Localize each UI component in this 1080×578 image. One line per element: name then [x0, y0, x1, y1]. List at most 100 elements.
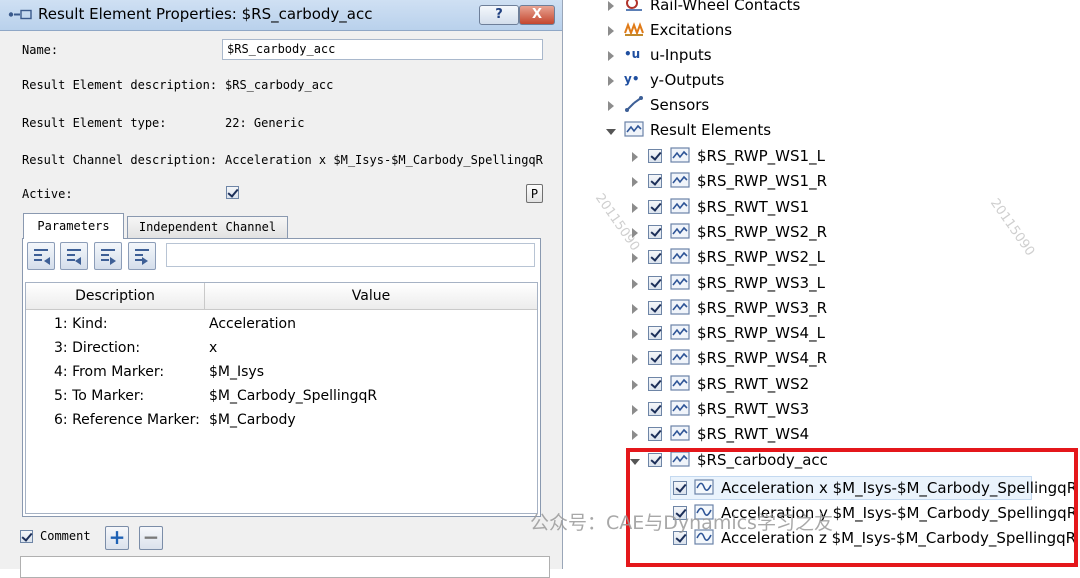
result-element-checkbox[interactable] [648, 351, 662, 366]
expand-arrow-icon[interactable] [632, 227, 638, 238]
grid-row-description[interactable]: 5: To Marker: [54, 388, 144, 404]
name-field[interactable]: $RS_carbody_acc [222, 39, 543, 60]
result-element-description-label: Result Element description: [22, 78, 218, 92]
result-element-checkbox[interactable] [648, 452, 662, 467]
tree-item-result-element[interactable]: $RS_RWT_WS4 [574, 424, 874, 448]
result-element-checkbox[interactable] [648, 199, 662, 214]
tree-item-result-element[interactable]: $RS_RWP_WS4_R [574, 348, 874, 372]
result-element-type-value: 22: Generic [225, 116, 305, 130]
tree-item-label: y-Outputs [650, 71, 725, 89]
result-channel-checkbox[interactable] [673, 481, 687, 495]
remove-comment-button[interactable]: − [139, 526, 163, 550]
comment-label: Comment [40, 529, 91, 543]
grid-row-value[interactable]: $M_Isys [209, 364, 264, 380]
result-element-checkbox[interactable] [648, 427, 662, 442]
grid-row-description[interactable]: 3: Direction: [54, 340, 140, 356]
result-element-checkbox[interactable] [648, 275, 662, 290]
tree-item-result-element[interactable]: $RS_RWP_WS2_L [574, 247, 874, 271]
tree-item-label: $RS_RWT_WS3 [697, 400, 810, 418]
result-element-checkbox[interactable] [648, 376, 662, 391]
result-element-checkbox[interactable] [648, 250, 662, 265]
expand-arrow-icon[interactable] [632, 379, 638, 390]
tree-item-result-element[interactable]: $RS_RWP_WS3_R [574, 298, 874, 322]
tree-item-label: $RS_RWP_WS2_R [697, 222, 827, 241]
tree-item-label: $RS_RWP_WS3_L [697, 273, 825, 292]
result-element-checkbox[interactable] [648, 300, 662, 315]
expand-arrow-icon[interactable] [608, 101, 614, 111]
tree-item-label: $RS_RWP_WS3_R [697, 298, 827, 317]
p-button[interactable]: P [526, 184, 543, 203]
list-lines-icon [67, 249, 81, 251]
grid-row-description[interactable]: 6: Reference Marker: [54, 412, 200, 428]
expand-arrow-icon[interactable] [632, 329, 638, 340]
tree-item-y-outputs[interactable]: y• y-Outputs [574, 70, 874, 94]
grid-row-value[interactable]: Acceleration [209, 316, 296, 332]
expand-list-button[interactable] [27, 242, 55, 270]
tree-item-sensors[interactable]: Sensors [574, 95, 874, 119]
tree-item-result-elements[interactable]: Result Elements [574, 120, 874, 144]
dialog-titlebar[interactable]: Result Element Properties: $RS_carbody_a… [0, 0, 562, 31]
result-element-icon [670, 223, 690, 239]
add-comment-button[interactable]: + [105, 526, 129, 550]
tab-parameters[interactable]: Parameters [23, 213, 124, 239]
tree-item-result-element[interactable]: $RS_RWP_WS2_R [574, 222, 874, 246]
expand-arrow-icon[interactable] [632, 253, 638, 264]
parameter-filter-input[interactable] [166, 243, 535, 267]
list-line [135, 254, 143, 256]
result-element-checkbox[interactable] [648, 174, 662, 189]
model-tree: 20115090 20115090 Rail-Wheel Contacts Ex… [574, 0, 1080, 569]
grid-row-description[interactable]: 1: Kind: [54, 316, 108, 332]
tree-item-result-element[interactable]: $RS_RWP_WS1_R [574, 171, 874, 195]
tree-item-label: Excitations [650, 21, 733, 39]
expand-arrow-icon[interactable] [632, 303, 638, 314]
expand-arrow-icon[interactable] [632, 430, 638, 441]
tree-item-result-element[interactable]: $RS_carbody_acc [574, 450, 874, 474]
tree-item-u-inputs[interactable]: •u u-Inputs [574, 45, 874, 69]
expand-arrow-icon[interactable] [632, 202, 638, 213]
expand-arrow-icon[interactable] [608, 1, 614, 11]
tree-item-label: $RS_carbody_acc [697, 450, 828, 469]
result-element-checkbox[interactable] [648, 149, 662, 163]
active-checkbox[interactable] [226, 186, 239, 199]
grid-row-description[interactable]: 4: From Marker: [54, 364, 164, 380]
grid-row-value[interactable]: $M_Carbody_SpellingqR [209, 388, 377, 404]
tree-item-result-element[interactable]: $RS_RWP_WS3_L [574, 273, 874, 297]
expand-arrow-icon[interactable] [608, 26, 614, 36]
tree-item-rail-wheel-contacts[interactable]: Rail-Wheel Contacts [574, 0, 874, 19]
column-header-description[interactable]: Description [26, 283, 205, 310]
expand-arrow-icon[interactable] [632, 354, 638, 365]
tree-item-result-element[interactable]: $RS_RWP_WS1_L [574, 146, 874, 170]
expand-arrow-icon[interactable] [608, 51, 614, 61]
expand-arrow-icon[interactable] [632, 278, 638, 289]
result-element-properties-dialog: Result Element Properties: $RS_carbody_a… [0, 0, 563, 578]
tree-item-excitations[interactable]: Excitations [574, 20, 874, 44]
grid-row-value[interactable]: $M_Carbody [209, 412, 296, 428]
tree-item-label: Acceleration x $M_Isys-$M_Carbody_Spelli… [721, 479, 1078, 497]
result-element-checkbox[interactable] [648, 326, 662, 341]
tree-item-label: Result Elements [650, 121, 772, 139]
tree-item-result-element[interactable]: $RS_RWT_WS2 [574, 374, 874, 398]
grid-row-value[interactable]: x [209, 340, 217, 356]
tree-item-result-channel[interactable]: Acceleration x $M_Isys-$M_Carbody_Spelli… [574, 478, 1077, 502]
tab-independent-channel[interactable]: Independent Channel [127, 216, 288, 238]
expand-arrow-icon[interactable] [632, 152, 638, 162]
help-button[interactable]: ? [479, 5, 519, 25]
expand-arrow-icon[interactable] [608, 76, 614, 86]
collapse-arrow-icon[interactable] [606, 129, 616, 135]
result-element-checkbox[interactable] [648, 402, 662, 416]
expand-arrow-icon[interactable] [632, 177, 638, 188]
column-header-value[interactable]: Value [205, 283, 537, 310]
arrow-left-icon [44, 257, 50, 265]
tree-item-result-element[interactable]: $RS_RWT_WS3 [574, 399, 874, 423]
comment-text-area[interactable] [20, 556, 550, 578]
close-button[interactable]: X [519, 5, 555, 25]
comment-checkbox[interactable] [20, 530, 33, 543]
tree-item-result-element[interactable]: $RS_RWP_WS4_L [574, 323, 874, 347]
result-element-checkbox[interactable] [648, 224, 662, 239]
move-next-button[interactable] [94, 242, 122, 270]
move-first-button[interactable] [60, 242, 88, 270]
tree-item-result-element[interactable]: $RS_RWT_WS1 [574, 197, 874, 221]
move-last-button[interactable] [128, 242, 156, 270]
collapse-arrow-icon[interactable] [630, 458, 640, 465]
expand-arrow-icon[interactable] [632, 405, 638, 415]
